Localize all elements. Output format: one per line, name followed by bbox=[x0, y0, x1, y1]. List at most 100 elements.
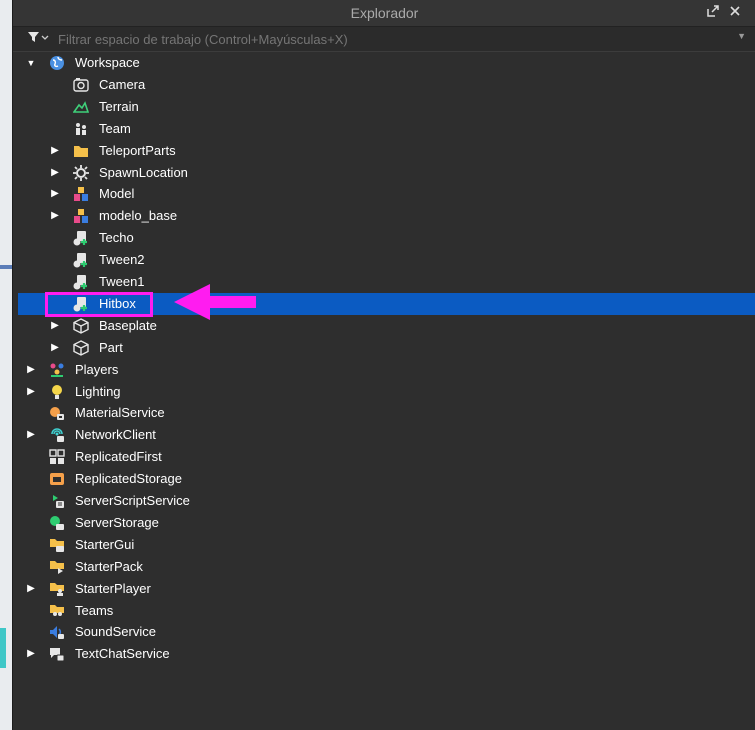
tree-item-label: MaterialService bbox=[75, 405, 165, 421]
chevron-right-icon[interactable]: ▶ bbox=[49, 210, 61, 222]
spawn-gear-icon bbox=[73, 164, 89, 181]
chevron-right-icon[interactable]: ▶ bbox=[25, 386, 37, 398]
tree-item-label: StarterGui bbox=[75, 536, 135, 552]
part-icon bbox=[73, 339, 89, 356]
tree-item-label: SoundService bbox=[75, 624, 156, 640]
tree-item-modelo-base[interactable]: ▶ modelo_base bbox=[13, 205, 755, 227]
model-icon bbox=[73, 208, 89, 224]
tree-item-part[interactable]: ▶ Part bbox=[13, 337, 755, 359]
players-icon bbox=[49, 362, 65, 378]
tree-item-label: modelo_base bbox=[99, 208, 178, 224]
tree-item-label: Camera bbox=[99, 76, 146, 92]
server-script-icon bbox=[49, 493, 65, 509]
globe-icon bbox=[49, 55, 65, 71]
tree-item-textchatservice[interactable]: ▶ TextChatService bbox=[13, 643, 755, 665]
chevron-right-icon[interactable]: ▶ bbox=[25, 429, 37, 441]
tree-item-spawnlocation[interactable]: ▶ SpawnLocation bbox=[13, 162, 755, 184]
tree-item-label: Team bbox=[99, 120, 131, 136]
tree-item-camera[interactable]: Camera bbox=[13, 74, 755, 96]
chevron-right-icon[interactable]: ▶ bbox=[49, 145, 61, 157]
tree-item-tween2[interactable]: Tween2 bbox=[13, 249, 755, 271]
chevron-right-icon[interactable]: ▶ bbox=[49, 342, 61, 354]
lightbulb-icon bbox=[49, 384, 65, 400]
tree-item-starterplayer[interactable]: ▶ StarterPlayer bbox=[13, 578, 755, 600]
folder-icon bbox=[73, 143, 89, 159]
close-icon[interactable] bbox=[729, 4, 741, 20]
tree-item-serverstorage[interactable]: ServerStorage bbox=[13, 512, 755, 534]
tree-item-label: Tween1 bbox=[99, 274, 145, 289]
tree-item-label: Lighting bbox=[75, 383, 121, 399]
tree-item-terrain[interactable]: Terrain bbox=[13, 96, 755, 118]
tree-item-label: Part bbox=[99, 339, 123, 355]
popout-icon[interactable] bbox=[706, 4, 720, 21]
script-icon bbox=[73, 252, 89, 268]
explorer-panel: Explorador ▼ ▼ Workspace Camera Terrain Team… bbox=[12, 0, 755, 730]
tree-item-techo[interactable]: Techo bbox=[13, 227, 755, 249]
starter-gui-icon bbox=[49, 537, 65, 553]
teams-icon bbox=[49, 603, 65, 619]
starter-player-icon bbox=[49, 581, 65, 597]
tree-item-startergui[interactable]: StarterGui bbox=[13, 534, 755, 556]
tree-item-team[interactable]: Team bbox=[13, 118, 755, 140]
tree-item-tween1[interactable]: Tween1 bbox=[13, 271, 755, 293]
model-icon bbox=[73, 186, 89, 202]
tree-item-label: Players bbox=[75, 361, 119, 377]
tree-item-teleportparts[interactable]: ▶ TeleportParts bbox=[13, 140, 755, 162]
tree-item-model[interactable]: ▶ Model bbox=[13, 183, 755, 205]
screenshot-frame: Explorador ▼ ▼ Workspace Camera Terrain Team… bbox=[0, 0, 755, 730]
tree-item-label: StarterPack bbox=[75, 558, 143, 574]
tree-item-starterpack[interactable]: StarterPack bbox=[13, 556, 755, 578]
tree-item-replicatedstorage[interactable]: ReplicatedStorage bbox=[13, 468, 755, 490]
team-icon bbox=[73, 121, 89, 137]
chat-icon bbox=[49, 646, 65, 662]
material-service-icon bbox=[49, 405, 65, 421]
replicated-storage-icon bbox=[49, 471, 65, 487]
pointer-arrow-annotation bbox=[170, 282, 260, 327]
server-storage-icon bbox=[49, 515, 65, 531]
filter-input[interactable] bbox=[58, 31, 698, 47]
tree-item-label: TeleportParts bbox=[99, 142, 176, 158]
chevron-right-icon[interactable]: ▶ bbox=[49, 167, 61, 179]
tree-item-lighting[interactable]: ▶ Lighting bbox=[13, 381, 755, 403]
tree-item-label: ServerScriptService bbox=[75, 493, 190, 508]
tree-item-label: StarterPlayer bbox=[75, 580, 151, 596]
tree-item-serverscriptservice[interactable]: ServerScriptService bbox=[13, 490, 755, 512]
network-icon bbox=[49, 427, 65, 443]
chevron-down-icon[interactable]: ▼ bbox=[25, 57, 37, 69]
terrain-icon bbox=[72, 99, 90, 115]
title-bar[interactable]: Explorador bbox=[13, 0, 755, 27]
tree-item-baseplate[interactable]: ▶ Baseplate bbox=[13, 315, 755, 337]
chevron-right-icon[interactable]: ▶ bbox=[49, 188, 61, 200]
chevron-down-icon[interactable]: ▼ bbox=[737, 31, 746, 41]
tree-item-materialservice[interactable]: MaterialService bbox=[13, 402, 755, 424]
tree-item-label: ReplicatedStorage bbox=[75, 471, 182, 487]
camera-icon bbox=[73, 77, 89, 93]
tree-item-label: TextChatService bbox=[75, 646, 170, 662]
script-icon bbox=[73, 230, 89, 246]
tree-item-label: SpawnLocation bbox=[99, 164, 188, 180]
chevron-right-icon[interactable]: ▶ bbox=[49, 320, 61, 332]
highlight-annotation-box bbox=[45, 292, 153, 317]
tree-item-teams[interactable]: Teams bbox=[13, 600, 755, 622]
filter-icon[interactable] bbox=[27, 30, 49, 47]
starter-pack-icon bbox=[49, 559, 65, 575]
part-icon bbox=[73, 318, 89, 334]
tree-item-label: NetworkClient bbox=[75, 427, 156, 443]
chevron-right-icon[interactable]: ▶ bbox=[25, 364, 37, 376]
tree-item-label: Workspace bbox=[75, 55, 140, 70]
tree-item-workspace[interactable]: ▼ Workspace bbox=[13, 52, 755, 74]
tree-item-players[interactable]: ▶ Players bbox=[13, 359, 755, 381]
chevron-right-icon[interactable]: ▶ bbox=[25, 648, 37, 660]
tree-item-label: Techo bbox=[99, 230, 134, 246]
tree-item-label: ReplicatedFirst bbox=[75, 449, 162, 465]
tree-item-replicatedfirst[interactable]: ReplicatedFirst bbox=[13, 446, 755, 468]
tree-item-networkclient[interactable]: ▶ NetworkClient bbox=[13, 424, 755, 446]
replicated-first-icon bbox=[49, 449, 65, 465]
panel-title: Explorador bbox=[350, 5, 419, 21]
tree-item-label: Model bbox=[99, 186, 135, 202]
tree-item-soundservice[interactable]: SoundService bbox=[13, 621, 755, 643]
filter-bar: ▼ bbox=[13, 27, 755, 52]
script-icon bbox=[73, 274, 89, 290]
tree-item-label: Terrain bbox=[99, 98, 139, 114]
chevron-right-icon[interactable]: ▶ bbox=[25, 583, 37, 595]
